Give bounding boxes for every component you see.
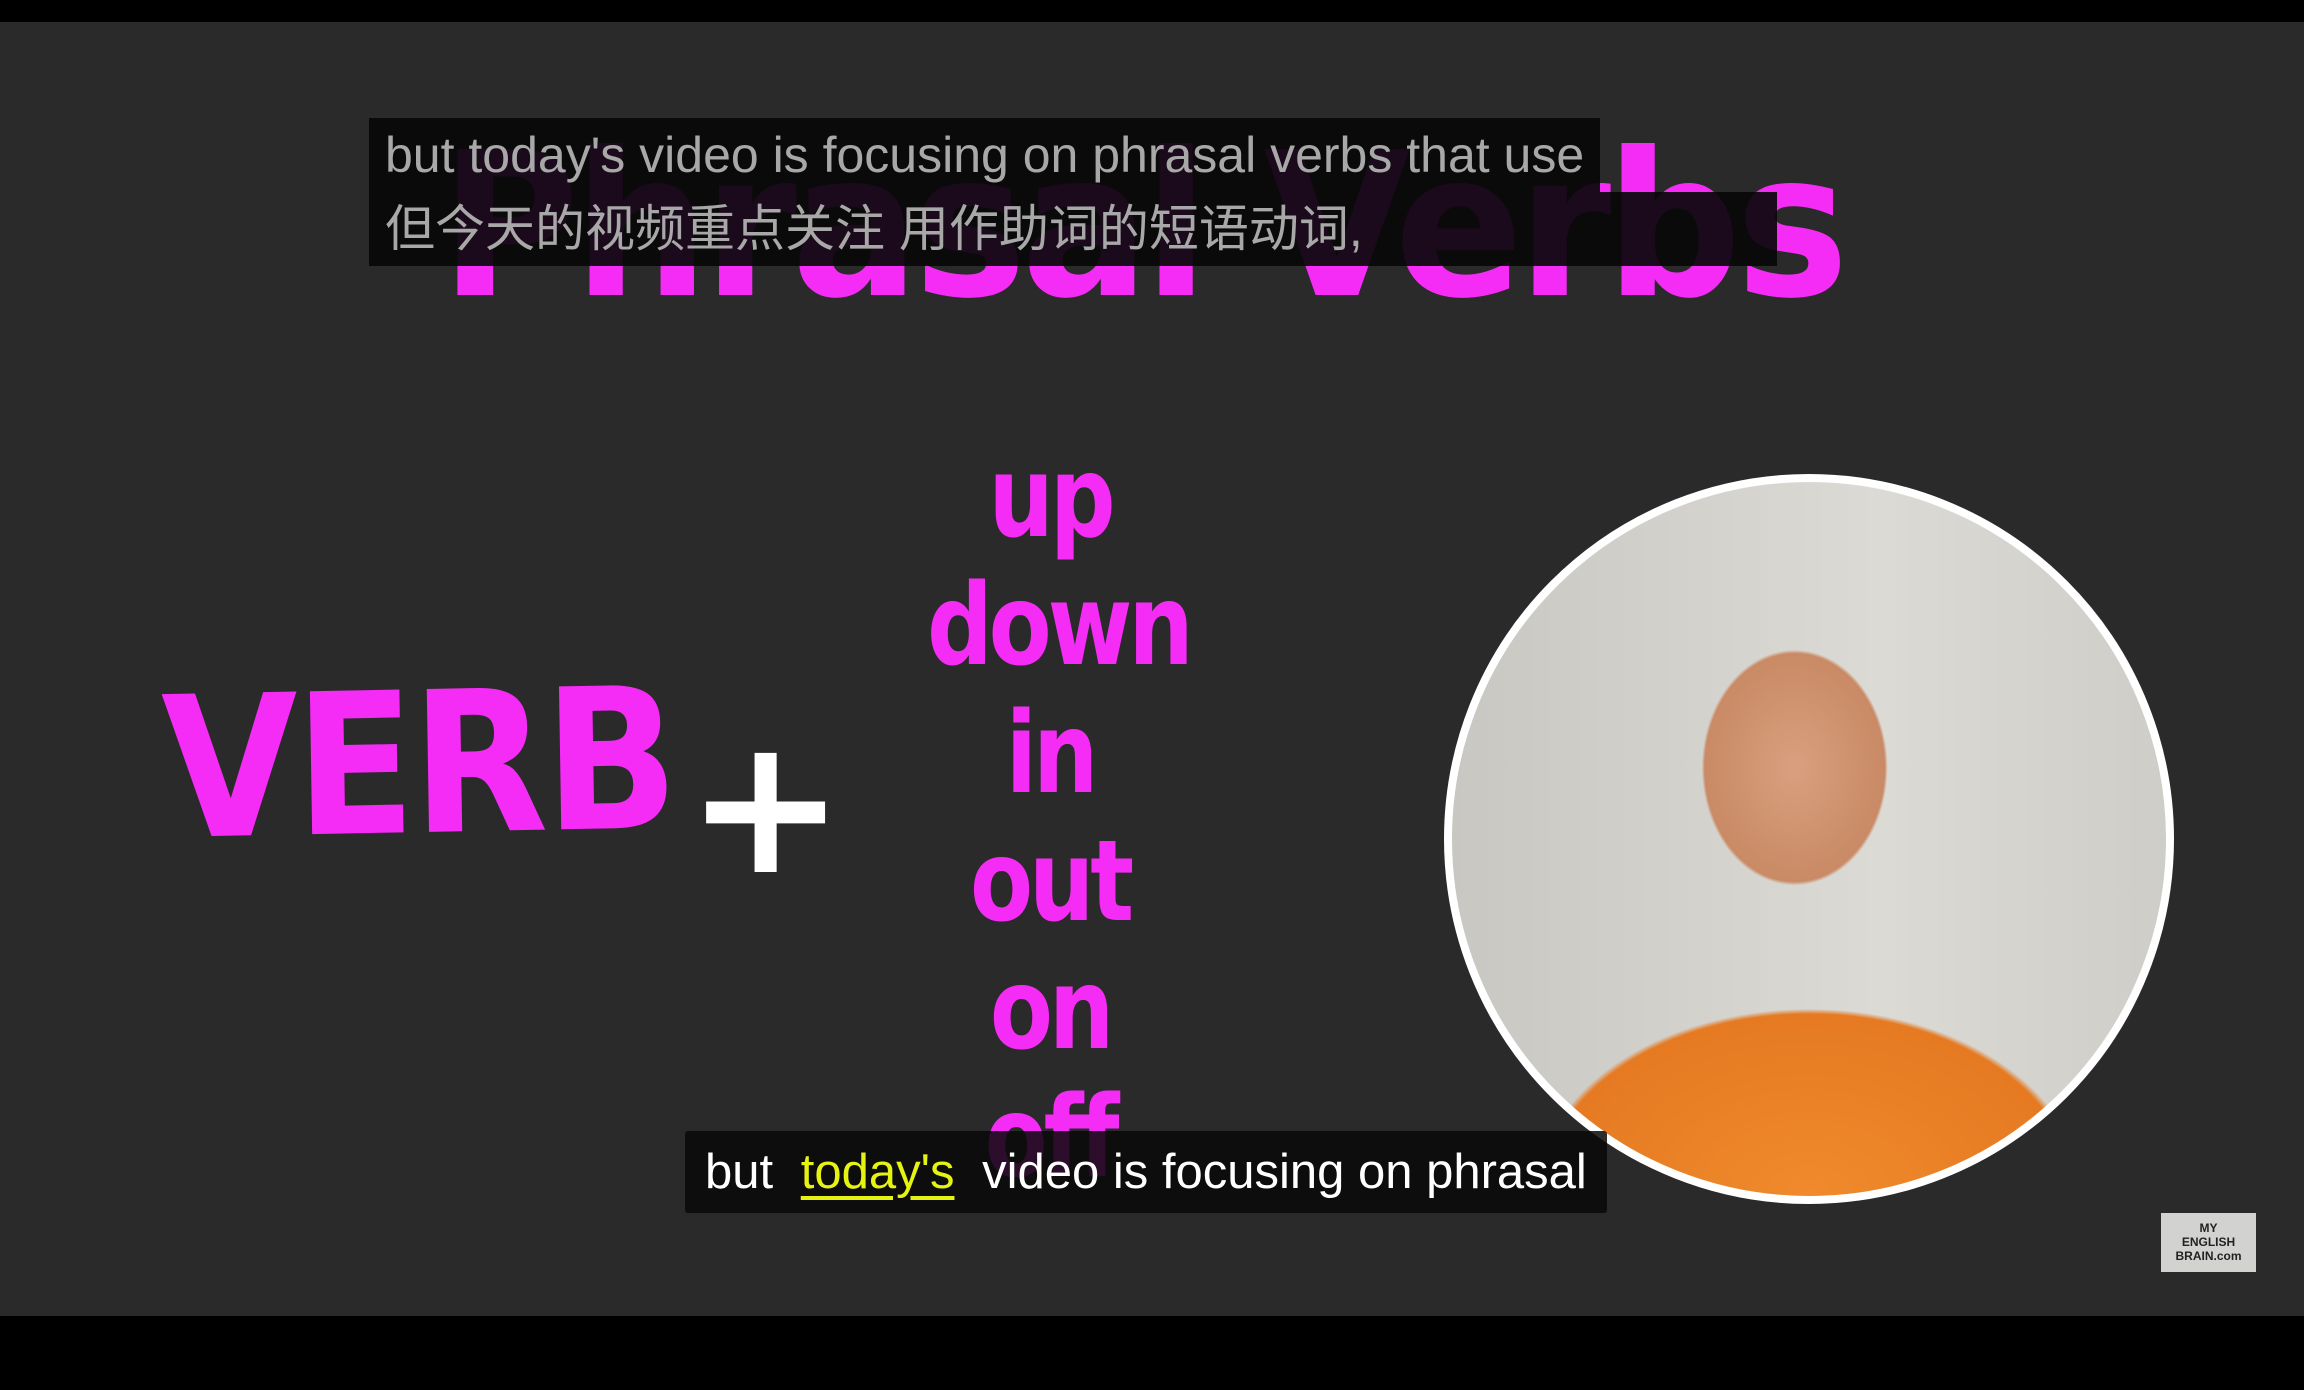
logo-text: BRAIN.com <box>2175 1249 2242 1263</box>
caption-text: video is focusing on phrasal <box>982 1145 1587 1199</box>
live-caption: but today's video is focusing on phrasal <box>685 1131 1607 1213</box>
presenter-webcam <box>1444 474 2174 1204</box>
particle: out <box>969 817 1134 947</box>
caption-text: but <box>705 1145 774 1199</box>
subtitle-chinese: 但今天的视频重点关注 用作助词的短语动词, <box>369 192 1777 266</box>
caption-highlighted-word[interactable]: today's <box>801 1145 955 1199</box>
subtitle-english: but today's video is focusing on phrasal… <box>369 118 1601 192</box>
plus-sign: + <box>686 696 846 917</box>
particle: up <box>988 433 1116 563</box>
logo-text: MY <box>2199 1221 2218 1235</box>
channel-logo: MY ENGLISH BRAIN.com <box>2161 1213 2256 1272</box>
slide-verb-label: VERB <box>160 646 677 884</box>
particle: in <box>1005 689 1099 819</box>
particle: on <box>989 945 1114 1075</box>
logo-text: ENGLISH <box>2181 1235 2236 1249</box>
bilingual-subtitles: but today's video is focusing on phrasal… <box>369 118 1777 266</box>
particle-list: up down in out on off <box>900 434 1200 1202</box>
particle: down <box>927 561 1194 691</box>
